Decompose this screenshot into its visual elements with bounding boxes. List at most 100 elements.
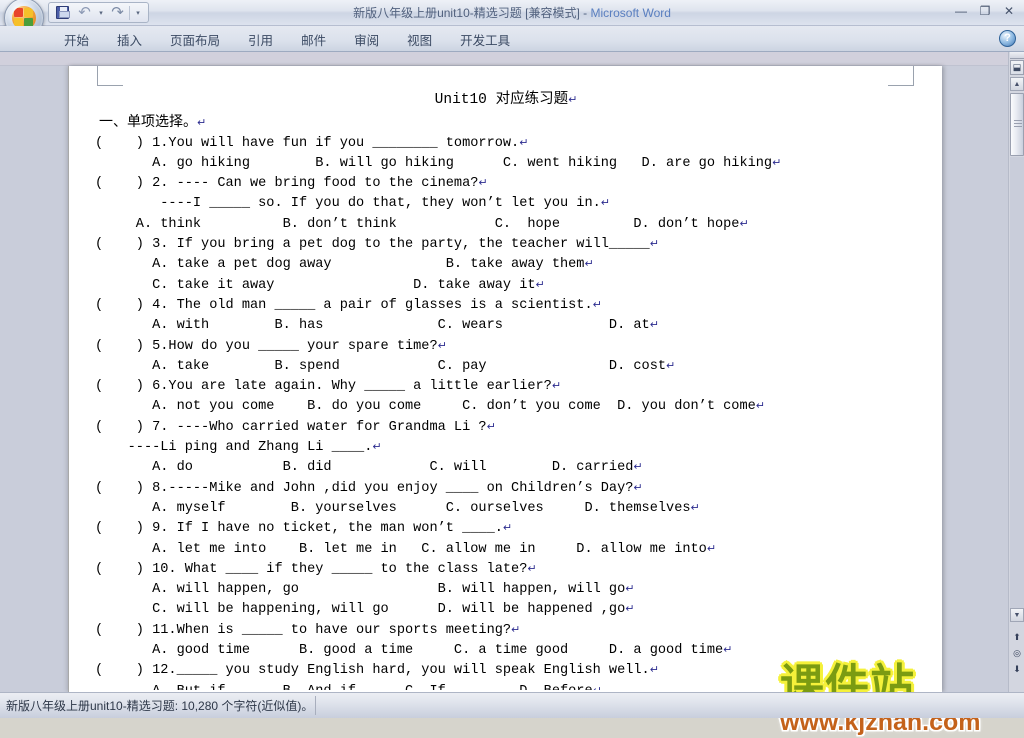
view-ruler-icon[interactable]: ⬓ — [1010, 60, 1024, 75]
document-line: ( ) 3. If you bring a pet dog to the par… — [95, 237, 659, 253]
document-line: A. take a pet dog away B. take away them… — [95, 257, 594, 273]
ribbon-tabs: 开始 插入 页面布局 引用 邮件 审阅 视图 开发工具 — [50, 26, 524, 52]
document-workspace: Unit10 对应练习题↵ 一、单项选择。↵ ( ) 1.You will ha… — [0, 52, 1024, 735]
scrollbar-thumb[interactable] — [1010, 93, 1024, 156]
document-line: ( ) 9. If I have no ticket, the man won’… — [95, 521, 513, 537]
document-line: A. not you come B. do you come C. don’t … — [95, 399, 765, 415]
pilcrow-mark: ↵ — [519, 135, 529, 149]
document-line: ( ) 8.-----Mike and John ,did you enjoy … — [95, 480, 643, 496]
pilcrow-mark: ↵ — [600, 196, 610, 210]
window-title: 新版八年级上册unit10-精选习题 [兼容模式] - Microsoft Wo… — [0, 4, 1024, 21]
pilcrow-mark: ↵ — [511, 622, 521, 636]
tab-developer[interactable]: 开发工具 — [446, 26, 524, 52]
margin-corner-top-left — [97, 66, 123, 86]
section-title: 一、单项选择。↵ — [99, 113, 207, 130]
tab-mailings[interactable]: 邮件 — [287, 26, 340, 52]
document-line: C. will be happening, will go D. will be… — [95, 602, 635, 618]
document-line: A. think B. don’t think C. hope D. don’t… — [95, 216, 749, 232]
document-line: ----Li ping and Zhang Li ____.↵ — [95, 440, 382, 456]
scrollbar-grip-icon — [1014, 120, 1022, 128]
document-line: ( ) 2. ---- Can we bring food to the cin… — [95, 176, 488, 192]
pilcrow-mark: ↵ — [649, 663, 659, 677]
document-line: A. let me into B. let me in C. allow me … — [95, 541, 717, 557]
tab-page-layout[interactable]: 页面布局 — [156, 26, 234, 52]
document-line: A. But if B. And if C. If D. Before↵ — [69, 681, 943, 690]
pilcrow-mark: ↵ — [502, 521, 513, 535]
ribbon-tab-bar: 开始 插入 页面布局 引用 邮件 审阅 视图 开发工具 ? — [0, 26, 1024, 52]
select-browse-object-icon[interactable]: ◎ — [1010, 646, 1024, 660]
title-bar: ↶ ▾ ↷ ▾ 新版八年级上册unit10-精选习题 [兼容模式] - Micr… — [0, 0, 1024, 38]
document-line: ( ) 6.You are late again. Why _____ a li… — [95, 379, 562, 395]
document-line: ( ) 4. The old man _____ a pair of glass… — [95, 297, 602, 313]
tab-home[interactable]: 开始 — [50, 26, 103, 52]
pilcrow-mark: ↵ — [755, 399, 765, 413]
previous-page-icon[interactable]: ⬆ — [1010, 630, 1024, 644]
status-bar: 新版八年级上册unit10-精选习题: 10,280 个字符(近似值)。 — [0, 692, 1024, 718]
pilcrow-mark: ↵ — [625, 602, 635, 616]
title-separator: - — [579, 6, 591, 20]
pilcrow-mark: ↵ — [584, 257, 594, 271]
document-line: A. take B. spend C. pay D. cost↵ — [95, 358, 676, 374]
pilcrow-mark: ↵ — [486, 419, 496, 433]
pilcrow-mark: ↵ — [666, 358, 676, 372]
pilcrow-mark: ↵ — [633, 480, 643, 494]
document-page[interactable]: Unit10 对应练习题↵ 一、单项选择。↵ ( ) 1.You will ha… — [68, 66, 942, 692]
pilcrow-mark: ↵ — [437, 338, 447, 352]
document-line: A. will happen, go B. will happen, will … — [95, 582, 635, 598]
margin-corner-top-right — [888, 66, 914, 86]
status-bar-divider — [315, 696, 316, 715]
pilcrow-mark: ↵ — [551, 379, 562, 393]
tab-insert[interactable]: 插入 — [103, 26, 156, 52]
document-line: ----I _____ so. If you do that, they won… — [95, 196, 610, 212]
restore-button[interactable]: ❐ — [974, 2, 996, 19]
document-line: A. with B. has C. wears D. at↵ — [95, 318, 659, 334]
tab-review[interactable]: 审阅 — [340, 26, 393, 52]
document-line: A. myself B. yourselves C. ourselves D. … — [95, 500, 700, 516]
scrollbar-track[interactable] — [1010, 157, 1024, 608]
pilcrow-mark: ↵ — [723, 643, 733, 657]
next-page-icon[interactable]: ⬇ — [1010, 662, 1024, 676]
scroll-down-arrow-icon[interactable]: ▼ — [1010, 608, 1024, 622]
pilcrow-mark: ↵ — [197, 116, 207, 130]
document-line: ( ) 5.How do you _____ your spare time?↵ — [95, 338, 447, 354]
tab-references[interactable]: 引用 — [234, 26, 287, 52]
document-heading: Unit10 对应练习题↵ — [434, 92, 578, 108]
document-line: A. do B. did C. will D. carried↵ — [95, 460, 643, 476]
document-line: ( ) 12._____ you study English hard, you… — [95, 663, 659, 679]
document-line: ( ) 11.When is _____ to have our sports … — [95, 622, 521, 638]
pilcrow-mark: ↵ — [649, 318, 659, 332]
status-bar-text: 新版八年级上册unit10-精选习题: 10,280 个字符(近似值)。 — [6, 699, 314, 713]
pilcrow-mark: ↵ — [649, 237, 659, 251]
pilcrow-mark: ↵ — [478, 176, 488, 190]
document-line: ( ) 1.You will have fun if you ________ … — [95, 135, 529, 151]
document-line: C. take it away D. take away it↵ — [95, 277, 545, 293]
pilcrow-mark: ↵ — [372, 440, 382, 454]
vertical-scrollbar[interactable]: ⬓ ▲ ▼ ⬆ ◎ ⬇ — [1008, 52, 1024, 692]
document-line: A. good time B. good a time C. a time go… — [95, 643, 733, 659]
window-controls: — ❐ ✕ — [950, 2, 1020, 19]
pilcrow-mark: ↵ — [633, 460, 643, 474]
ruler[interactable] — [0, 52, 1008, 66]
pilcrow-mark: ↵ — [706, 541, 717, 555]
document-line: ( ) 10. What ____ if they _____ to the c… — [95, 561, 537, 577]
help-icon[interactable]: ? — [999, 30, 1016, 47]
pilcrow-mark: ↵ — [568, 93, 578, 106]
close-button[interactable]: ✕ — [998, 2, 1020, 19]
scroll-up-arrow-icon[interactable]: ▲ — [1010, 77, 1024, 91]
pilcrow-mark: ↵ — [593, 684, 602, 690]
tab-view[interactable]: 视图 — [393, 26, 446, 52]
pilcrow-mark: ↵ — [739, 216, 749, 230]
pilcrow-mark: ↵ — [690, 500, 700, 514]
split-window-handle[interactable] — [1010, 52, 1024, 59]
pilcrow-mark: ↵ — [772, 155, 782, 169]
pilcrow-mark: ↵ — [625, 582, 635, 596]
application-name: Microsoft Word — [590, 6, 671, 20]
pilcrow-mark: ↵ — [527, 561, 537, 575]
minimize-button[interactable]: — — [950, 2, 972, 19]
document-text-area[interactable]: Unit10 对应练习题↵ 一、单项选择。↵ ( ) 1.You will ha… — [69, 90, 943, 690]
document-line: A. go hiking B. will go hiking C. went h… — [95, 155, 782, 171]
document-line: ( ) 7. ----Who carried water for Grandma… — [95, 419, 496, 435]
pilcrow-mark: ↵ — [535, 277, 545, 291]
document-title: 新版八年级上册unit10-精选习题 [兼容模式] — [353, 6, 580, 20]
pilcrow-mark: ↵ — [592, 297, 602, 311]
